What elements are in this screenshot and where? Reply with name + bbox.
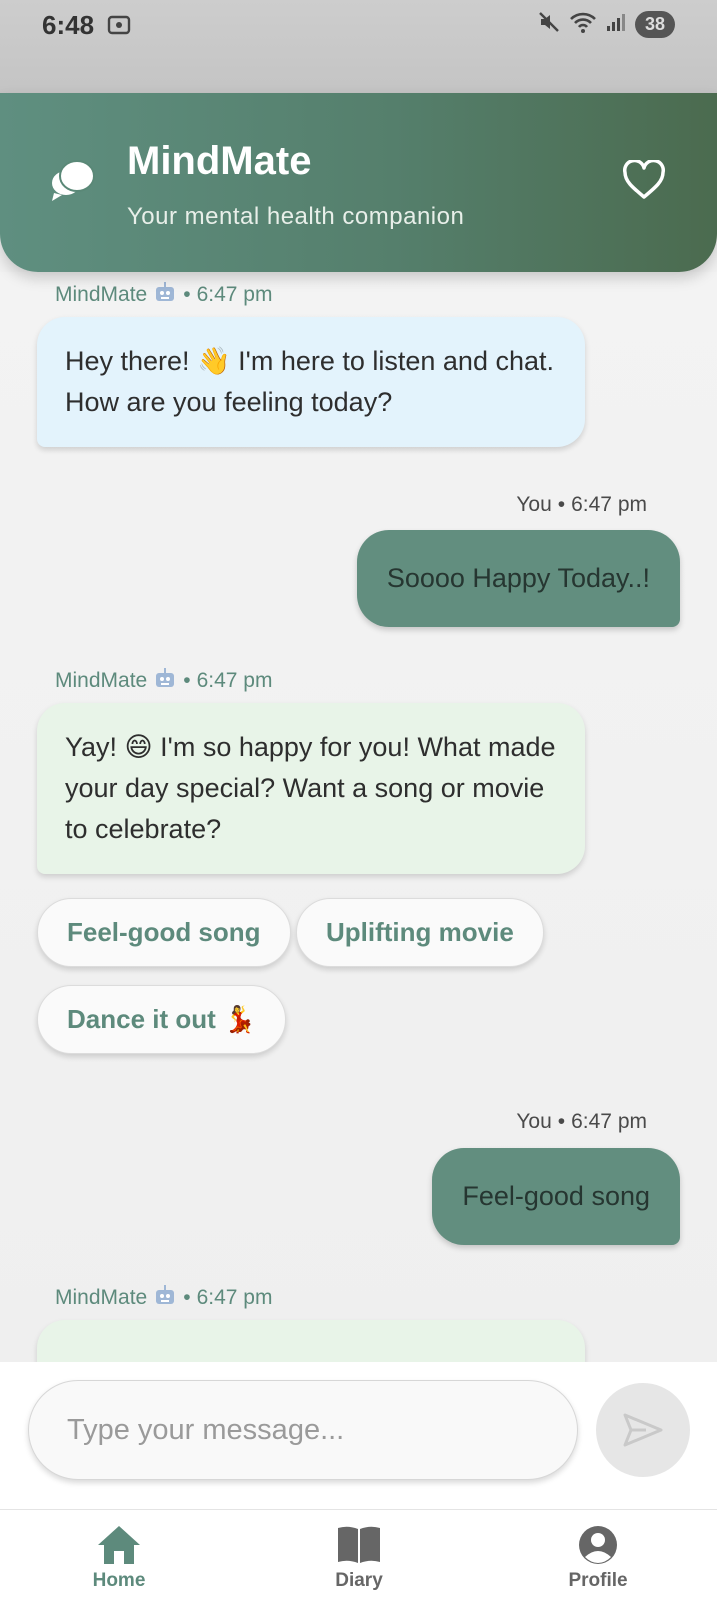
message-meta: You • 6:47 pm [516,1110,647,1134]
message-input-bar [0,1362,717,1509]
message-time: 6:47 pm [196,1286,273,1309]
quick-reply-label: Feel-good song [67,917,261,947]
app-header: MindMate Your mental health companion [0,93,717,272]
sender-name: You [516,1110,552,1133]
nav-label: Diary [335,1570,383,1591]
message-time: 6:47 pm [196,669,273,692]
message-meta: MindMate • 6:47 pm [55,666,272,696]
wifi-icon [569,10,597,39]
battery-indicator: 38 [635,11,675,38]
bot-message-bubble: Hey there! 👋 I'm here to listen and chat… [37,317,585,447]
bottom-navigation: Home Diary Profile [0,1509,717,1600]
status-icons: 38 [537,10,675,39]
meta-separator: • [183,1286,191,1309]
status-bar: 6:48 38 [0,0,717,94]
sender-name: MindMate [55,283,148,306]
send-icon [623,1413,663,1447]
robot-icon [153,280,177,310]
sender-name: You [516,493,552,516]
home-icon [98,1526,140,1564]
quick-reply-feel-good-song[interactable]: Feel-good song [37,898,291,967]
mute-icon [537,10,561,39]
robot-icon [153,666,177,696]
quick-reply-label: Uplifting movie [326,917,514,947]
send-button[interactable] [596,1383,690,1477]
nav-label: Profile [568,1570,628,1591]
user-circle-icon [579,1526,617,1564]
message-time: 6:47 pm [571,493,647,516]
message-time: 6:47 pm [571,1110,647,1133]
user-message-bubble: Feel-good song [432,1148,680,1245]
message-meta: MindMate • 6:47 pm [55,280,272,310]
app-subtitle: Your mental health companion [127,203,465,230]
meta-separator: • [183,669,191,692]
message-meta: MindMate • 6:47 pm [55,1283,272,1313]
meta-separator: • [557,1110,566,1133]
nav-profile[interactable]: Profile [528,1510,668,1600]
app-title: MindMate [127,139,312,183]
heart-icon[interactable] [622,158,666,205]
status-time: 6:48 [42,10,95,40]
screenshot-icon [106,12,132,43]
sender-name: MindMate [55,1286,148,1309]
bot-message-bubble: Yay! 😄 I'm so happy for you! What made y… [37,703,585,874]
chat-bubbles-icon [48,157,96,210]
signal-icon [605,11,627,38]
message-input[interactable] [28,1380,578,1480]
quick-reply-label: Dance it out [67,1004,216,1034]
book-icon [338,1526,380,1563]
nav-home[interactable]: Home [49,1510,189,1600]
dancer-emoji-icon: 💃 [223,1004,257,1034]
bot-message-bubble [37,1320,585,1362]
quick-reply-dance-it-out[interactable]: Dance it out 💃 [37,985,287,1054]
chat-area[interactable]: MindMate • 6:47 pm Hey there! 👋 I'm here… [0,272,717,1362]
user-message-bubble: Soooo Happy Today..! [356,530,680,627]
meta-separator: • [557,493,566,516]
nav-diary[interactable]: Diary [289,1510,429,1600]
sender-name: MindMate [55,669,148,692]
robot-icon [153,1283,177,1313]
message-time: 6:47 pm [196,283,273,306]
meta-separator: • [183,283,191,306]
quick-reply-uplifting-movie[interactable]: Uplifting movie [296,898,544,967]
message-meta: You • 6:47 pm [516,493,647,517]
nav-label: Home [92,1570,146,1591]
